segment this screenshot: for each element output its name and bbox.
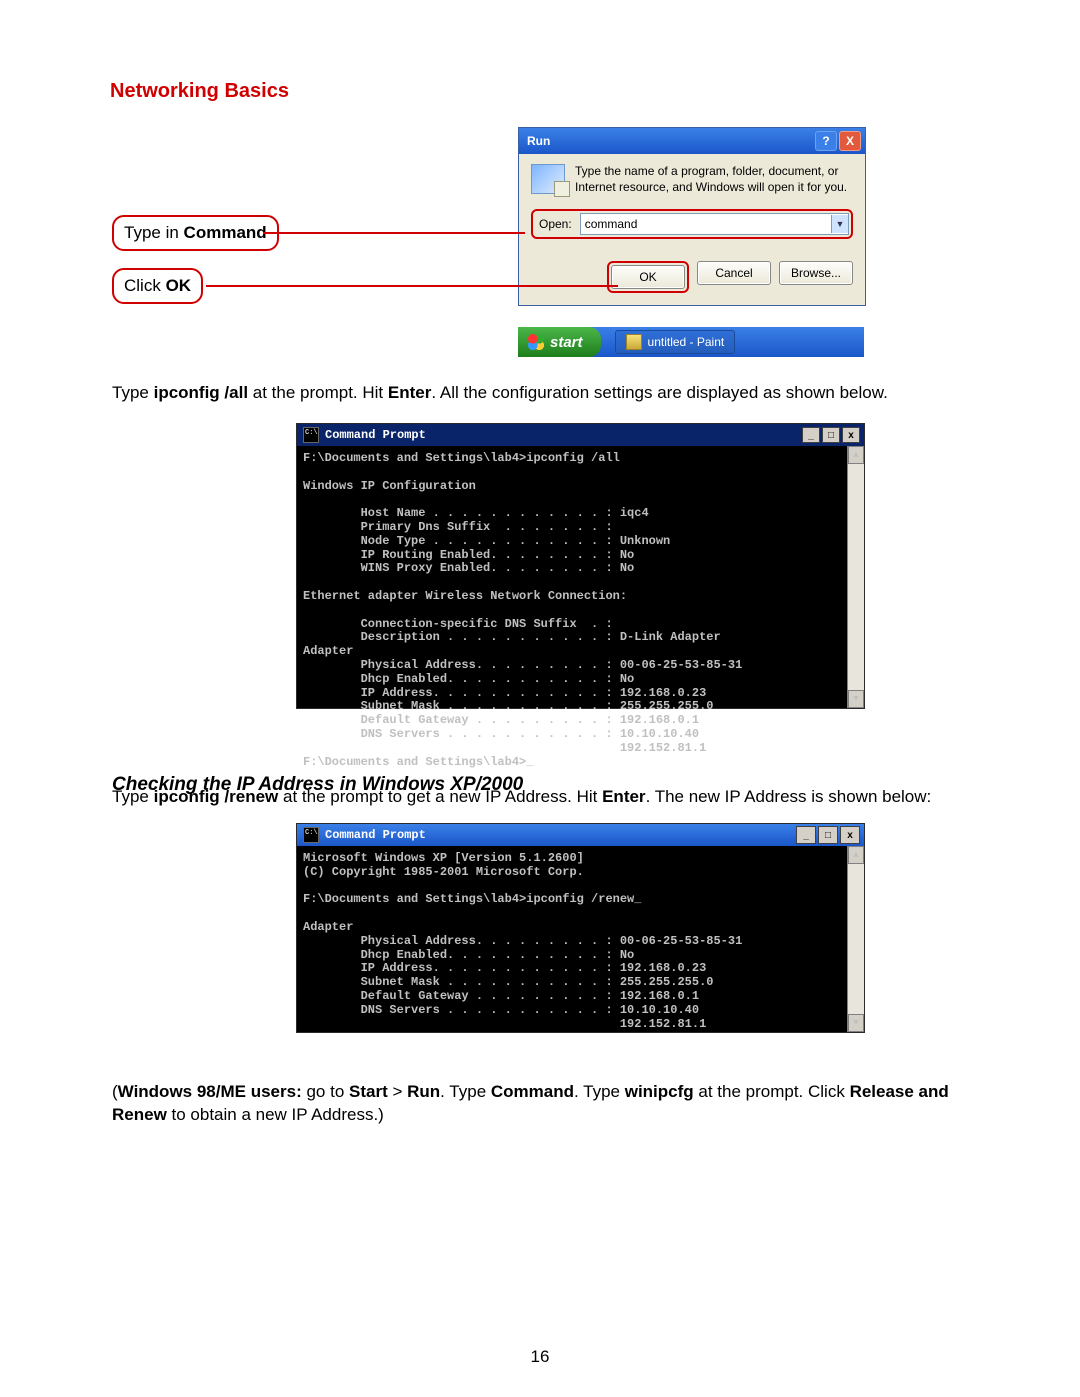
- text: Type: [112, 787, 154, 806]
- section-title: Networking Basics: [110, 80, 970, 103]
- text-bold: Start: [349, 1082, 388, 1101]
- run-dialog: Run ? X Type the name of a program, fold…: [518, 127, 866, 306]
- text-bold: Enter: [602, 787, 645, 806]
- start-button[interactable]: start: [518, 327, 601, 357]
- scroll-up-icon[interactable]: ▲: [848, 446, 864, 464]
- scrollbar[interactable]: ▲ ▼: [847, 446, 864, 708]
- scrollbar[interactable]: ▲ ▼: [847, 846, 864, 1032]
- run-titlebar: Run ? X: [519, 128, 865, 154]
- open-input[interactable]: [581, 215, 831, 233]
- command-prompt-window: Command Prompt _ □ x F:\Documents and Se…: [296, 423, 865, 709]
- close-icon[interactable]: X: [839, 131, 861, 151]
- taskbar: start untitled - Paint: [518, 327, 864, 357]
- ok-highlight: OK: [607, 261, 689, 293]
- paragraph: Type ipconfig /all at the prompt. Hit En…: [112, 382, 962, 405]
- text: >: [388, 1082, 407, 1101]
- text-bold: Enter: [388, 383, 431, 402]
- cmd-title-text: Command Prompt: [325, 428, 426, 442]
- connector-line: [206, 285, 618, 287]
- help-icon[interactable]: ?: [815, 131, 837, 151]
- text: . All the configuration settings are dis…: [431, 383, 887, 402]
- text-bold: Windows 98/ME users:: [118, 1082, 302, 1101]
- text-bold: ipconfig /renew: [154, 787, 279, 806]
- callout-text: Type in: [124, 223, 184, 242]
- open-combobox[interactable]: ▼: [580, 213, 849, 235]
- paint-icon: [626, 334, 642, 350]
- windows-flag-icon: [528, 334, 544, 350]
- cmd-output: F:\Documents and Settings\lab4>ipconfig …: [297, 446, 864, 775]
- scroll-down-icon[interactable]: ▼: [848, 690, 864, 708]
- text: Type: [112, 383, 154, 402]
- minimize-icon[interactable]: _: [796, 826, 816, 844]
- close-icon[interactable]: x: [842, 427, 860, 443]
- run-description: Type the name of a program, folder, docu…: [575, 164, 853, 195]
- ok-button[interactable]: OK: [611, 265, 685, 289]
- chevron-down-icon[interactable]: ▼: [831, 215, 848, 233]
- text-bold: Command: [491, 1082, 574, 1101]
- cmd-icon: [303, 427, 319, 443]
- text-bold: Run: [407, 1082, 440, 1101]
- text: at the prompt to get a new IP Address. H…: [278, 787, 602, 806]
- command-prompt-window: Command Prompt _ □ x Microsoft Windows X…: [296, 823, 865, 1033]
- run-title-text: Run: [527, 134, 550, 148]
- open-label: Open:: [539, 217, 572, 231]
- cmd-titlebar: Command Prompt _ □ x: [297, 824, 864, 846]
- text-bold: ipconfig /all: [154, 383, 248, 402]
- callout-type-command: Type in Command: [112, 215, 279, 251]
- taskbar-item[interactable]: untitled - Paint: [615, 330, 736, 354]
- cmd-output: Microsoft Windows XP [Version 5.1.2600] …: [297, 846, 864, 1037]
- close-icon[interactable]: x: [840, 826, 860, 844]
- callout-click-ok: Click OK: [112, 268, 203, 304]
- text: . Type: [574, 1082, 625, 1101]
- text-bold: winipcfg: [625, 1082, 694, 1101]
- start-label: start: [550, 334, 583, 351]
- callout-bold: Command: [184, 223, 267, 242]
- cmd-icon: [303, 827, 319, 843]
- maximize-icon[interactable]: □: [822, 427, 840, 443]
- cmd-title-text: Command Prompt: [325, 828, 426, 842]
- text: . The new IP Address is shown below:: [646, 787, 932, 806]
- text: go to: [302, 1082, 349, 1101]
- open-field-highlight: Open: ▼: [531, 209, 853, 239]
- minimize-icon[interactable]: _: [802, 427, 820, 443]
- cmd-titlebar: Command Prompt _ □ x: [297, 424, 864, 446]
- callout-text: Click: [124, 276, 166, 295]
- text: at the prompt. Hit: [248, 383, 388, 402]
- paragraph: Type ipconfig /renew at the prompt to ge…: [112, 786, 962, 809]
- paragraph: (Windows 98/ME users: go to Start > Run.…: [112, 1081, 962, 1127]
- scroll-up-icon[interactable]: ▲: [848, 846, 864, 864]
- browse-button[interactable]: Browse...: [779, 261, 853, 285]
- page-number: 16: [0, 1347, 1080, 1367]
- scroll-down-icon[interactable]: ▼: [848, 1014, 864, 1032]
- maximize-icon[interactable]: □: [818, 826, 838, 844]
- text: . Type: [440, 1082, 491, 1101]
- connector-line: [263, 232, 525, 234]
- text: to obtain a new IP Address.): [167, 1105, 384, 1124]
- cancel-button[interactable]: Cancel: [697, 261, 771, 285]
- text: at the prompt. Click: [694, 1082, 850, 1101]
- callout-bold: OK: [166, 276, 192, 295]
- taskbar-item-label: untitled - Paint: [648, 335, 725, 349]
- run-icon: [531, 164, 565, 194]
